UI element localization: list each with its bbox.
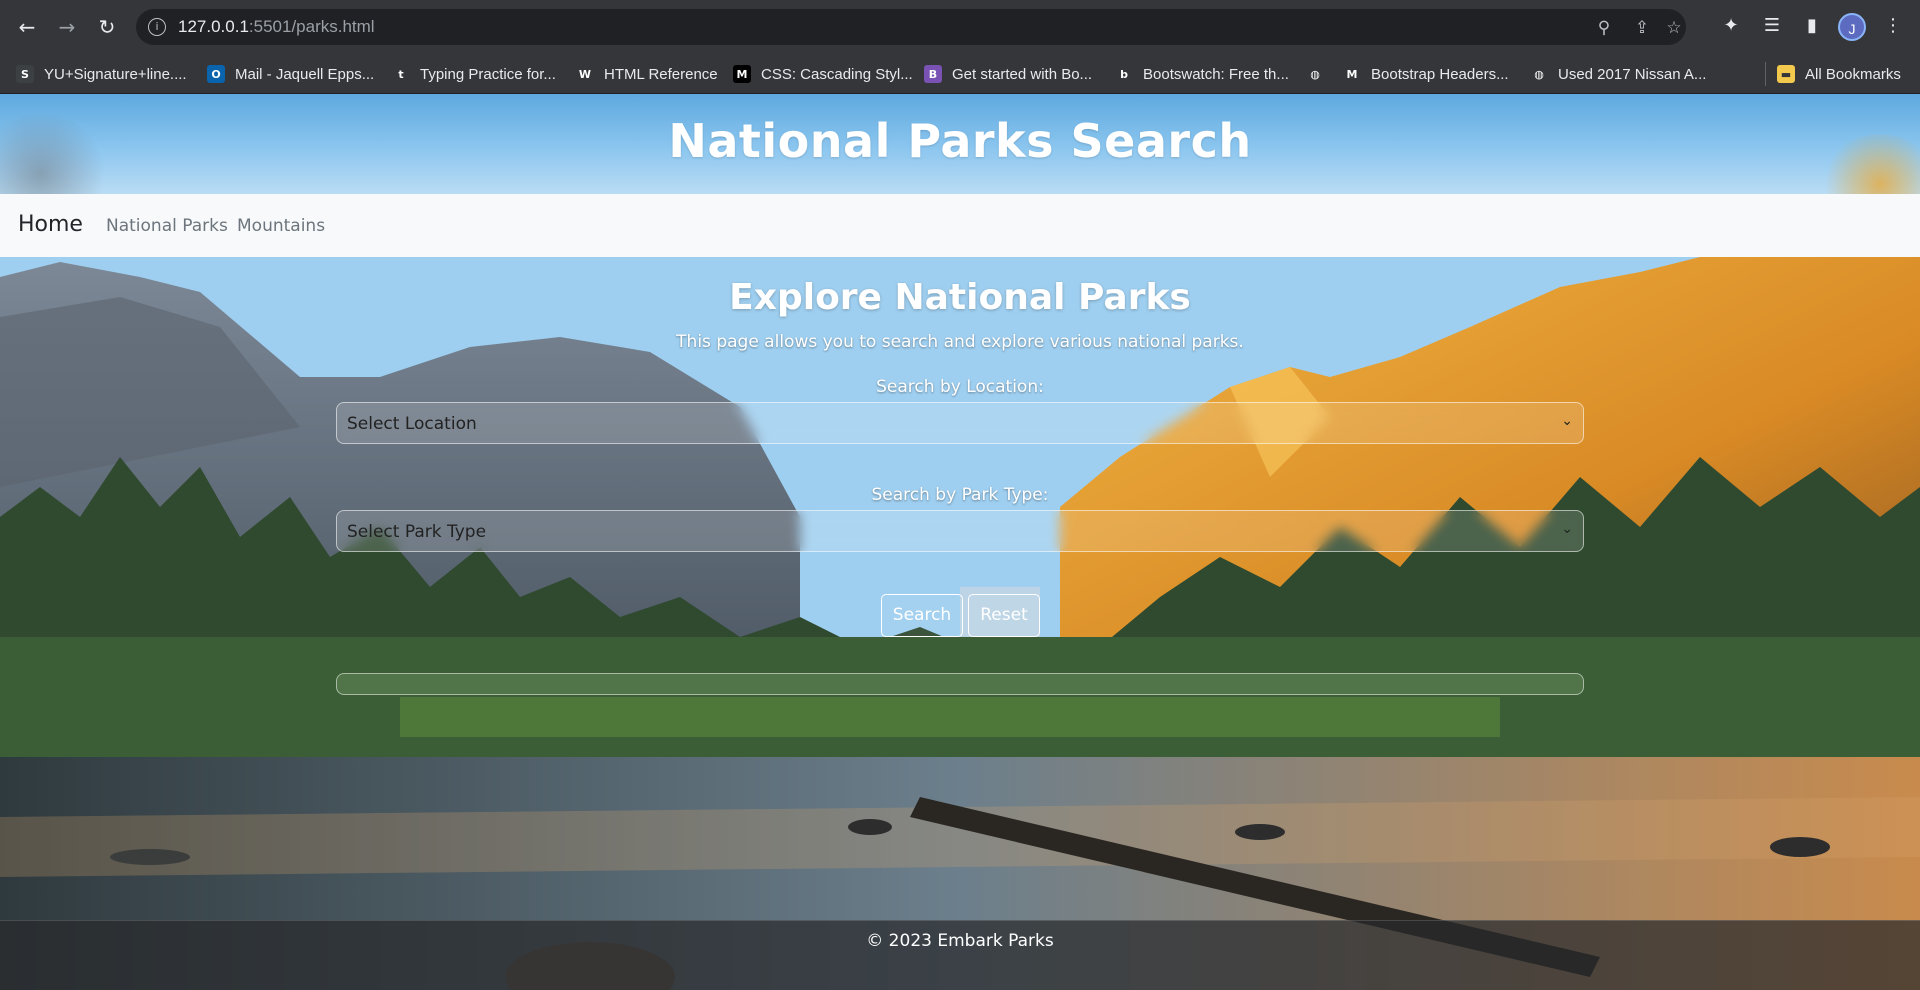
banner-title: National Parks Search <box>668 114 1252 168</box>
url-path: :5501/parks.html <box>248 17 375 36</box>
more-menu-icon[interactable]: ⋮ <box>1880 13 1906 39</box>
park-type-select[interactable]: Select Park Type ⌄ <box>336 510 1584 552</box>
page-footer: © 2023 Embark Parks <box>0 920 1920 990</box>
footer-copyright: © 2023 Embark Parks <box>866 931 1054 951</box>
bookmark-item[interactable]: M Bootstrap Headers... <box>1343 62 1509 86</box>
globe-icon: ◍ <box>1306 65 1324 83</box>
mdb-icon: M <box>1343 65 1361 83</box>
t-icon: t <box>392 65 410 83</box>
bookmark-label: Used 2017 Nissan A... <box>1558 65 1707 83</box>
nav-link-national-parks[interactable]: National Parks <box>106 216 228 236</box>
profile-avatar[interactable]: J <box>1838 13 1866 41</box>
bookmark-star-icon[interactable]: ☆ <box>1662 16 1686 40</box>
side-panel-icon[interactable]: ▮ <box>1799 13 1825 39</box>
folder-icon: ▬ <box>1777 65 1795 83</box>
reading-list-icon[interactable]: ☰ <box>1759 13 1785 39</box>
bookmark-label: HTML Reference <box>604 65 718 83</box>
bookmark-label: Get started with Bo... <box>952 65 1093 83</box>
bookmark-item[interactable]: B Get started with Bo... <box>924 62 1092 86</box>
bookmark-item[interactable]: S YU+Signature+line.... <box>16 62 187 86</box>
bootswatch-icon: b <box>1115 65 1133 83</box>
page-heading: Explore National Parks <box>729 277 1191 318</box>
park-type-select-value: Select Park Type <box>347 522 487 542</box>
bookmark-label: Bootswatch: Free th... <box>1143 65 1289 83</box>
reload-icon[interactable]: ↻ <box>92 12 122 42</box>
address-url[interactable]: 127.0.0.1:5501/parks.html <box>178 17 375 37</box>
search-section: Explore National Parks This page allows … <box>0 257 1920 913</box>
bookmark-item[interactable]: W HTML Reference <box>576 62 718 86</box>
bookmark-label: Bootstrap Headers... <box>1371 65 1509 83</box>
bookmark-label: YU+Signature+line.... <box>44 65 187 83</box>
all-bookmarks-label: All Bookmarks <box>1805 65 1901 83</box>
page-description: This page allows you to search and explo… <box>676 332 1244 352</box>
reset-button[interactable]: Reset <box>968 594 1040 637</box>
location-select[interactable]: Select Location ⌄ <box>336 402 1584 444</box>
page-banner: National Parks Search <box>0 94 1920 234</box>
extensions-icon[interactable]: ✦ <box>1718 13 1744 39</box>
nav-brand-home[interactable]: Home <box>18 212 83 237</box>
bookmark-item[interactable]: O Mail - Jaquell Epps... <box>207 62 374 86</box>
results-container <box>336 673 1584 695</box>
bookmark-label: Mail - Jaquell Epps... <box>235 65 375 83</box>
chevron-down-icon: ⌄ <box>1561 521 1573 537</box>
bookmark-item[interactable]: t Typing Practice for... <box>392 62 556 86</box>
site-navbar: Home National Parks Mountains <box>0 194 1920 257</box>
browser-chrome: ← → ↻ i 127.0.0.1:5501/parks.html ⚲ ⇪ ☆ … <box>0 0 1920 94</box>
location-label: Search by Location: <box>876 377 1044 397</box>
forward-arrow-icon[interactable]: → <box>52 12 82 42</box>
bookmark-item[interactable]: M CSS: Cascading Styl... <box>733 62 913 86</box>
site-info-icon[interactable]: i <box>148 18 166 36</box>
bookmark-label: Typing Practice for... <box>420 65 556 83</box>
share-icon[interactable]: ⇪ <box>1630 16 1654 40</box>
bookmarks-divider <box>1765 62 1766 86</box>
w-icon: W <box>576 65 594 83</box>
zoom-icon[interactable]: ⚲ <box>1592 16 1616 40</box>
park-type-label: Search by Park Type: <box>871 485 1049 505</box>
chevron-down-icon: ⌄ <box>1561 413 1573 429</box>
address-bar[interactable]: i 127.0.0.1:5501/parks.html ⚲ ⇪ ☆ <box>136 9 1686 45</box>
mdn-icon: M <box>733 65 751 83</box>
browser-toolbar: ← → ↻ i 127.0.0.1:5501/parks.html ⚲ ⇪ ☆ … <box>0 0 1920 54</box>
bookmark-label: CSS: Cascading Styl... <box>761 65 913 83</box>
location-select-value: Select Location <box>347 414 477 434</box>
bookmark-item[interactable]: ◍ <box>1306 62 1334 86</box>
bookmark-item[interactable]: b Bootswatch: Free th... <box>1115 62 1289 86</box>
search-button[interactable]: Search <box>881 594 963 637</box>
back-arrow-icon[interactable]: ← <box>12 12 42 42</box>
outlook-icon: O <box>207 65 225 83</box>
all-bookmarks-button[interactable]: ▬ All Bookmarks <box>1777 62 1901 86</box>
bootstrap-icon: B <box>924 65 942 83</box>
nav-link-mountains[interactable]: Mountains <box>237 216 325 236</box>
web-page: National Parks Search Home National Park… <box>0 94 1920 990</box>
bookmark-item[interactable]: ◍ Used 2017 Nissan A... <box>1530 62 1706 86</box>
globe-icon: ◍ <box>1530 65 1548 83</box>
url-host: 127.0.0.1 <box>178 17 249 36</box>
s-icon: S <box>16 65 34 83</box>
